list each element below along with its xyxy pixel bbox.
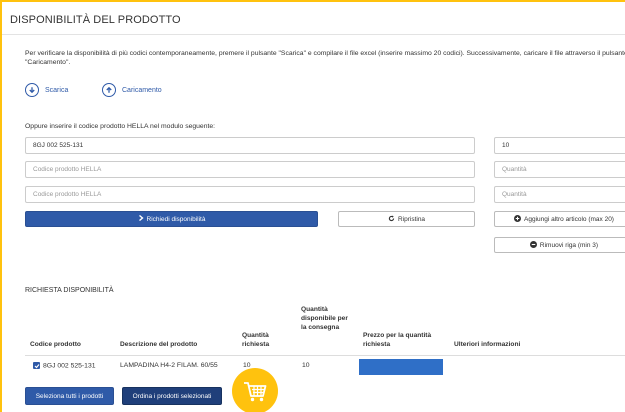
remove-row-label: Rimuovi riga (min 3): [539, 241, 599, 249]
product-code-input-2[interactable]: [25, 161, 475, 178]
reset-label: Ripristina: [397, 215, 426, 223]
request-availability-label: Richiedi disponibilità: [146, 215, 206, 223]
select-all-button[interactable]: Seleziona tutti i prodotti: [25, 387, 114, 405]
order-selected-button[interactable]: Ordina i prodotti selezionati: [122, 387, 222, 405]
plus-circle-icon: [514, 214, 522, 224]
header-qty-available: Quantità disponibile per la consegna: [301, 306, 348, 331]
upload-label: Caricamento: [122, 86, 162, 94]
chevron-right-icon: [138, 214, 144, 223]
shopping-cart-button[interactable]: [232, 368, 278, 412]
upload-icon: [102, 83, 116, 97]
row-code: 8GJ 002 525-131: [43, 362, 96, 370]
page-title: DISPONIBILITÀ DEL PRODOTTO: [10, 14, 181, 26]
row-qty-available: 10: [302, 362, 310, 369]
header-code: Codice prodotto: [30, 341, 81, 348]
form-instruction: Oppure inserire il codice prodotto HELLA…: [25, 123, 216, 130]
download-label: Scarica: [45, 86, 69, 94]
order-selected-label: Ordina i prodotti selezionati: [132, 392, 212, 400]
quantity-input-1[interactable]: [494, 137, 625, 154]
row-price-redacted: [359, 359, 443, 375]
minus-circle-icon: [529, 240, 537, 250]
quantity-input-3[interactable]: [494, 186, 625, 203]
download-icon: [25, 83, 39, 97]
product-code-input-1[interactable]: [25, 137, 475, 154]
header-description: Descrizione del prodotto: [120, 341, 198, 348]
request-availability-button[interactable]: Richiedi disponibilità: [25, 211, 318, 227]
row-description: LAMPADINA H4-2 FILAM. 60/55: [120, 362, 218, 369]
intro-text: Per verificare la disponibilità di più c…: [25, 50, 625, 66]
add-item-label: Aggiungi altro articolo (max 20): [524, 215, 614, 223]
header-qty-requested: Quantità richiesta: [242, 332, 270, 348]
shopping-cart-icon: [244, 382, 267, 402]
add-item-button[interactable]: Aggiungi altro articolo (max 20): [494, 211, 625, 227]
header-price: Prezzo per la quantità richiesta: [363, 332, 432, 348]
table-divider: [25, 355, 625, 356]
checkbox-checked-icon[interactable]: [33, 362, 40, 369]
table-row-code: 8GJ 002 525-131: [33, 362, 96, 370]
upload-button[interactable]: Caricamento: [102, 83, 162, 97]
reset-button[interactable]: Ripristina: [338, 211, 475, 227]
select-all-label: Seleziona tutti i prodotti: [35, 392, 104, 400]
quantity-input-2[interactable]: [494, 161, 625, 178]
product-code-input-3[interactable]: [25, 186, 475, 203]
results-title: RICHIESTA DISPONIBILITÀ: [25, 287, 114, 294]
download-button[interactable]: Scarica: [25, 83, 68, 97]
availability-panel: DISPONIBILITÀ DEL PRODOTTO Per verificar…: [2, 2, 625, 412]
header-more-info: Ulteriori informazioni: [454, 341, 521, 348]
refresh-icon: [388, 215, 395, 224]
title-bar: DISPONIBILITÀ DEL PRODOTTO: [2, 2, 625, 35]
remove-row-button[interactable]: Rimuovi riga (min 3): [494, 237, 625, 253]
